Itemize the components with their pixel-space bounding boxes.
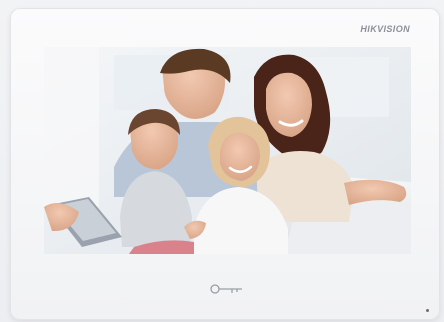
screen-wallpaper-family-photo xyxy=(44,47,411,254)
touch-screen[interactable] xyxy=(44,47,411,254)
status-led-icon xyxy=(426,309,429,312)
unlock-key-button[interactable] xyxy=(210,282,244,296)
indoor-monitor-scene: HIKVISION xyxy=(0,0,444,322)
brand-logo: HIKVISION xyxy=(360,24,410,34)
key-icon xyxy=(210,284,242,294)
